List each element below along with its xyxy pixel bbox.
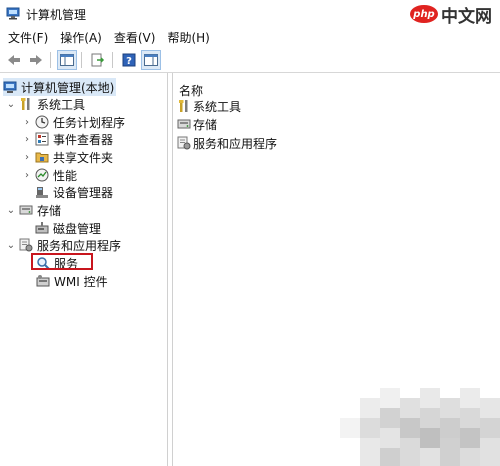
help-icon: ? bbox=[122, 53, 136, 67]
storage-icon bbox=[177, 119, 191, 129]
computer-management-icon bbox=[3, 81, 17, 93]
tree-item-disk-management[interactable]: 磁盘管理 bbox=[35, 219, 101, 237]
shared-folder-icon bbox=[35, 152, 49, 163]
tree-item-storage[interactable]: ⌄ 存储 bbox=[6, 201, 61, 219]
title-bar: 计算机管理 php 中文网 bbox=[0, 0, 500, 28]
chevron-right-icon[interactable]: › bbox=[22, 134, 32, 145]
svg-text:?: ? bbox=[126, 56, 132, 67]
watermark: php 中文网 bbox=[410, 2, 492, 27]
list-item-label: 存储 bbox=[193, 117, 218, 132]
tree-label: WMI 控件 bbox=[54, 274, 108, 289]
tree-item-shared-folders[interactable]: › 共享文件夹 bbox=[22, 148, 113, 166]
tree-label: 磁盘管理 bbox=[53, 221, 102, 236]
tree-item-performance[interactable]: › 性能 bbox=[22, 166, 77, 184]
tree-item-wmi-control[interactable]: WMI 控件 bbox=[36, 272, 108, 290]
back-arrow-icon bbox=[8, 55, 20, 65]
list-item-label: 系统工具 bbox=[193, 99, 242, 114]
export-list-icon bbox=[91, 53, 105, 67]
menu-help[interactable]: 帮助(H) bbox=[161, 29, 215, 47]
list-item-label: 服务和应用程序 bbox=[193, 136, 278, 151]
storage-icon bbox=[19, 205, 33, 215]
device-manager-icon bbox=[36, 187, 48, 198]
watermark-logo: php bbox=[410, 5, 438, 23]
menu-bar: 文件(F) 操作(A) 查看(V) 帮助(H) bbox=[0, 28, 500, 48]
toolbar-separator bbox=[50, 52, 51, 68]
tree-item-system-tools[interactable]: ⌄ 系统工具 bbox=[6, 95, 85, 113]
tools-icon bbox=[21, 98, 30, 110]
watermark-text: 中文网 bbox=[441, 6, 492, 27]
help-button[interactable]: ? bbox=[119, 50, 139, 70]
services-applications-icon bbox=[177, 136, 191, 150]
list-item-services-and-applications[interactable]: 服务和应用程序 bbox=[177, 134, 277, 152]
tree-label: 任务计划程序 bbox=[53, 115, 126, 130]
tree-label: 系统工具 bbox=[37, 97, 86, 112]
list-item-storage[interactable]: 存储 bbox=[177, 115, 217, 133]
menu-action[interactable]: 操作(A) bbox=[54, 29, 108, 47]
chevron-down-icon[interactable]: ⌄ bbox=[6, 99, 16, 110]
chevron-right-icon[interactable]: › bbox=[22, 152, 32, 163]
tree-label: 存储 bbox=[37, 203, 62, 218]
properties-button[interactable] bbox=[141, 50, 161, 70]
forward-button[interactable] bbox=[26, 50, 46, 70]
export-list-button[interactable] bbox=[88, 50, 108, 70]
tree-label: 事件查看器 bbox=[53, 132, 114, 147]
event-viewer-icon bbox=[35, 132, 49, 146]
show-hide-tree-button[interactable] bbox=[57, 50, 77, 70]
tree-label: 服务和应用程序 bbox=[37, 238, 122, 253]
computer-management-window: 计算机管理 php 中文网 文件(F) 操作(A) 查看(V) 帮助(H) ? … bbox=[0, 0, 500, 466]
window-title: 计算机管理 bbox=[26, 8, 87, 22]
list-item-system-tools[interactable]: 系统工具 bbox=[177, 97, 241, 115]
navigation-tree: 计算机管理(本地) ⌄ 系统工具 › 任务计划程序 › 事件查看器 › 共享文件… bbox=[0, 73, 168, 466]
show-hide-tree-icon bbox=[60, 54, 74, 66]
back-button[interactable] bbox=[4, 50, 24, 70]
tree-item-task-scheduler[interactable]: › 任务计划程序 bbox=[22, 113, 125, 131]
tree-label: 性能 bbox=[53, 168, 78, 183]
performance-icon bbox=[35, 168, 49, 182]
chevron-right-icon[interactable]: › bbox=[22, 170, 32, 181]
wmi-control-icon bbox=[36, 275, 50, 287]
tools-icon bbox=[179, 100, 188, 112]
disk-management-icon bbox=[35, 222, 49, 234]
toolbar: ? bbox=[0, 48, 500, 73]
tree-label: 设备管理器 bbox=[53, 185, 114, 200]
forward-arrow-icon bbox=[30, 55, 42, 65]
chevron-right-icon[interactable]: › bbox=[22, 117, 32, 128]
menu-file[interactable]: 文件(F) bbox=[0, 29, 54, 47]
menu-view[interactable]: 查看(V) bbox=[108, 29, 162, 47]
tree-item-device-manager[interactable]: 设备管理器 bbox=[35, 183, 113, 201]
toolbar-separator bbox=[112, 52, 113, 68]
tree-item-services-and-applications[interactable]: ⌄ 服务和应用程序 bbox=[6, 236, 121, 254]
services-highlight-box bbox=[31, 253, 93, 270]
tree-label: 共享文件夹 bbox=[53, 150, 114, 165]
pixelated-overlay bbox=[340, 388, 500, 466]
properties-icon bbox=[144, 54, 158, 66]
clock-icon bbox=[35, 115, 49, 129]
tree-label: 计算机管理(本地) bbox=[21, 80, 115, 95]
computer-management-icon bbox=[6, 7, 20, 20]
services-applications-icon bbox=[19, 238, 33, 252]
chevron-down-icon[interactable]: ⌄ bbox=[6, 205, 16, 216]
tree-item-event-viewer[interactable]: › 事件查看器 bbox=[22, 130, 113, 148]
tree-item-computer-management[interactable]: 计算机管理(本地) bbox=[3, 78, 117, 96]
chevron-down-icon[interactable]: ⌄ bbox=[6, 240, 16, 251]
toolbar-separator bbox=[81, 52, 82, 68]
